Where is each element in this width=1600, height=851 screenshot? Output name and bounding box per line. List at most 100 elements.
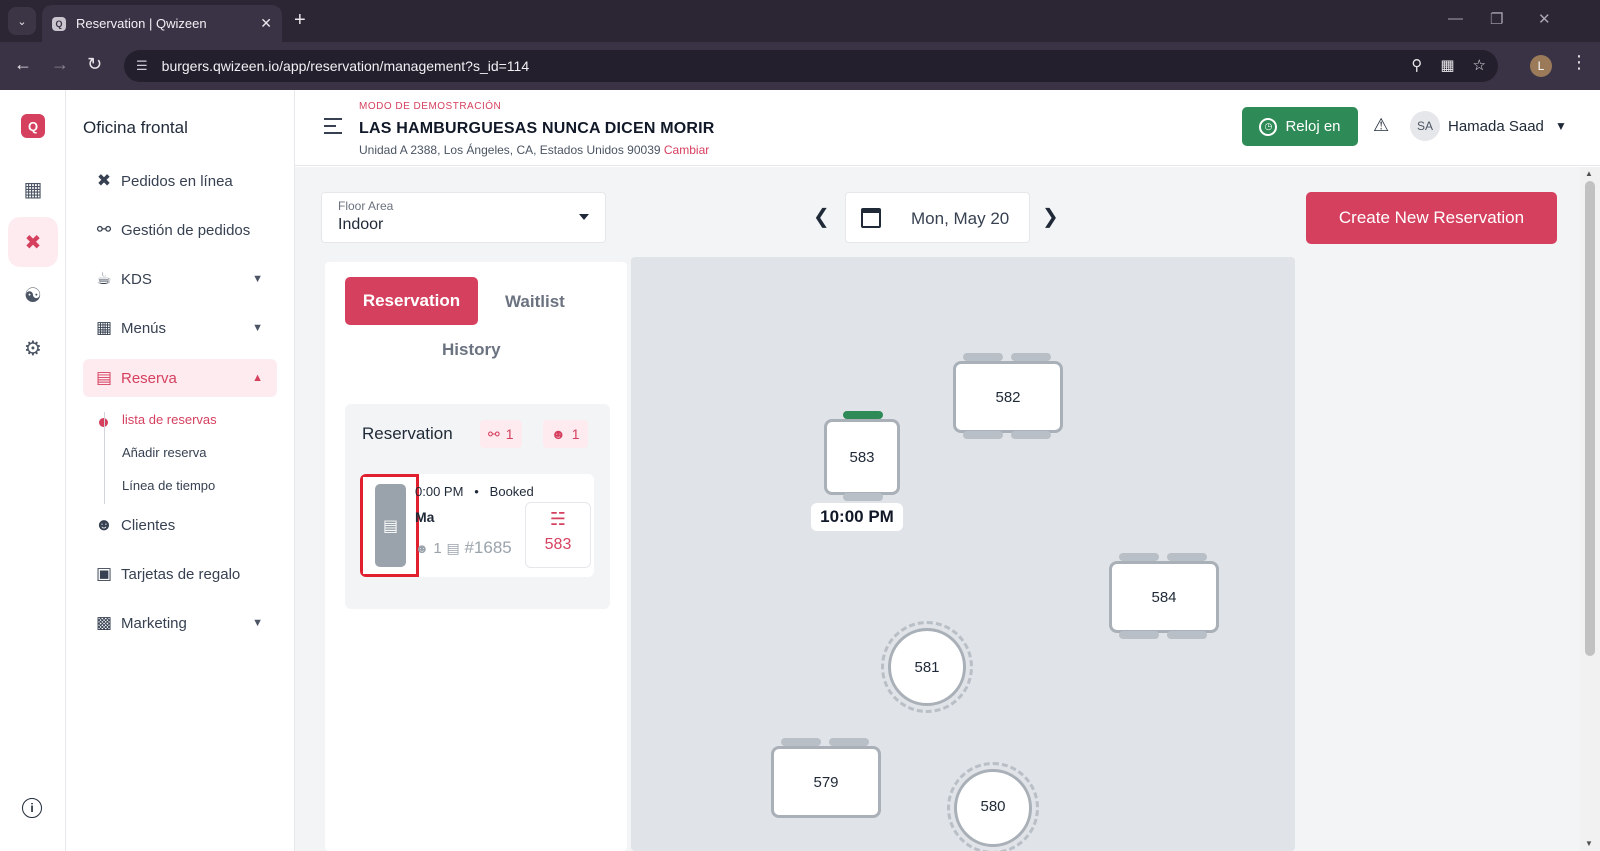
subnav-reservation-list[interactable]: lista de reservas xyxy=(122,412,217,427)
browser-tab[interactable]: Q Reservation | Qwizeen ✕ xyxy=(42,5,282,42)
chart-icon: ▩ xyxy=(95,613,113,632)
sidebar-item-label: Tarjetas de regalo xyxy=(121,565,241,583)
order-number: #1685 xyxy=(464,538,512,557)
chair xyxy=(1011,431,1051,439)
bullet: • xyxy=(467,484,487,499)
sidebar-item-online-orders[interactable]: ✖ Pedidos en línea xyxy=(83,162,277,200)
address-bar[interactable]: ☰ burgers.qwizeen.io/app/reservation/man… xyxy=(124,50,1498,82)
sidebar-item-label: Reserva xyxy=(121,369,177,387)
date-picker[interactable]: Mon, May 20 xyxy=(845,192,1030,243)
dropdown-arrow-icon xyxy=(579,214,589,220)
chair xyxy=(963,431,1003,439)
table-582[interactable]: 582 xyxy=(953,361,1063,433)
create-reservation-button[interactable]: Create New Reservation xyxy=(1306,192,1557,244)
translate-icon[interactable]: ▦ xyxy=(1440,56,1454,74)
chevron-down-icon[interactable]: ▼ xyxy=(1555,119,1567,133)
subnav-timeline[interactable]: Línea de tiempo xyxy=(122,478,215,493)
new-tab-icon[interactable]: + xyxy=(294,9,306,32)
info-icon[interactable]: i xyxy=(22,798,42,818)
time-value: 0:00 PM xyxy=(415,484,464,499)
notifications-off-icon[interactable]: ⚠ xyxy=(1373,115,1389,136)
minimize-icon[interactable]: — xyxy=(1448,10,1463,27)
demo-mode-label: MODO DE DEMOSTRACIÓN xyxy=(359,101,502,112)
sidebar-item-kds[interactable]: ☕ KDS ▼ xyxy=(83,260,277,298)
dashboard-icon[interactable]: ▦ xyxy=(8,164,58,214)
highlight-box xyxy=(360,474,419,577)
front-office-icon[interactable]: ✖ xyxy=(8,217,58,267)
sidebar-item-label: Marketing xyxy=(121,614,187,632)
table-581[interactable]: 581 xyxy=(888,628,966,706)
sidebar-item-gift-cards[interactable]: ▣ Tarjetas de regalo xyxy=(83,555,277,593)
date-value: Mon, May 20 xyxy=(911,209,1010,228)
back-icon[interactable]: ← xyxy=(14,54,32,75)
reservation-card[interactable]: ▤ 0:00 PM • Booked Ma ☻ 1 ▤ #1685 ☵ 583 xyxy=(360,474,594,577)
floor-plan-icon: ▤ xyxy=(95,368,113,387)
guests-value: 1 xyxy=(433,540,442,557)
sidebar-item-customers[interactable]: ☻ Clientes xyxy=(83,506,277,544)
dining-count-badge: ⚯ 1 xyxy=(480,420,522,448)
bookmark-star-icon[interactable]: ☆ xyxy=(1473,56,1486,74)
guest-count-badge: ☻ 1 xyxy=(543,420,588,448)
chevron-up-icon: ▲ xyxy=(252,372,263,384)
profile-avatar[interactable]: L xyxy=(1530,55,1552,77)
settings-gear-icon[interactable]: ⚙ xyxy=(8,323,58,373)
qwizeen-logo: Q xyxy=(21,114,45,138)
subnav-add-reservation[interactable]: Añadir reserva xyxy=(122,445,207,460)
tab-reservation[interactable]: Reservation xyxy=(345,277,478,325)
table-583[interactable]: 583 xyxy=(824,419,900,495)
org-chart-icon[interactable]: ☯ xyxy=(8,270,58,320)
previous-date-icon[interactable]: ❮ xyxy=(813,204,830,229)
sidebar-item-menus[interactable]: ▦ Menús ▼ xyxy=(83,309,277,347)
hamburger-menu-icon[interactable] xyxy=(324,118,342,139)
table-580[interactable]: 580 xyxy=(954,769,1032,847)
gift-icon: ▣ xyxy=(95,564,113,583)
floor-area-label: Floor Area xyxy=(338,199,394,213)
close-tab-icon[interactable]: ✕ xyxy=(260,15,272,32)
next-date-icon[interactable]: ❯ xyxy=(1042,204,1059,229)
floor-area-select[interactable]: Floor Area Indoor xyxy=(321,192,606,243)
location-off-icon[interactable]: ⚲ xyxy=(1411,56,1422,74)
guest-name: Ma xyxy=(415,509,435,525)
sidebar-item-reservation[interactable]: ▤ Reserva ▲ xyxy=(83,359,277,397)
reservation-group: Reservation ⚯ 1 ☻ 1 ▤ 0:00 PM • Booked M… xyxy=(345,404,610,609)
change-link[interactable]: Cambiar xyxy=(664,143,709,157)
occupied-chair xyxy=(843,411,883,419)
chevron-down-icon: ▼ xyxy=(252,322,263,334)
tab-history[interactable]: History xyxy=(442,340,501,360)
page-scrollbar[interactable]: ▲ ▼ xyxy=(1580,167,1600,851)
tab-waitlist[interactable]: Waitlist xyxy=(505,292,565,312)
chevron-down-icon: ▼ xyxy=(252,617,263,629)
user-name[interactable]: Hamada Saad xyxy=(1448,118,1544,135)
sidebar-item-label: KDS xyxy=(121,270,152,288)
guests-icon: ☻ xyxy=(415,541,429,556)
sidebar-item-label: Gestión de pedidos xyxy=(121,221,251,239)
forward-icon[interactable]: → xyxy=(51,54,69,75)
tab-search-chevron-icon[interactable]: ⌄ xyxy=(8,7,36,35)
browser-menu-icon[interactable]: ⋮ xyxy=(1570,52,1588,73)
close-window-icon[interactable]: ✕ xyxy=(1538,10,1551,28)
chair xyxy=(1011,353,1051,361)
scroll-up-icon[interactable]: ▲ xyxy=(1585,169,1593,178)
chair xyxy=(1119,553,1159,561)
table-number: 583 xyxy=(544,536,572,553)
user-avatar[interactable]: SA xyxy=(1410,111,1440,141)
browser-tabstrip: ⌄ Q Reservation | Qwizeen ✕ + — ❐ ✕ xyxy=(0,0,1600,42)
grid-icon: ▦ xyxy=(95,318,113,337)
scroll-down-icon[interactable]: ▼ xyxy=(1585,839,1593,848)
sidebar-item-marketing[interactable]: ▩ Marketing ▼ xyxy=(83,604,277,642)
status-value: Booked xyxy=(489,484,534,499)
url-text[interactable]: burgers.qwizeen.io/app/reservation/manag… xyxy=(162,58,529,74)
table-icon: ☵ xyxy=(549,509,567,529)
table-584[interactable]: 584 xyxy=(1109,561,1219,633)
scrollbar-thumb[interactable] xyxy=(1585,181,1595,656)
sidebar-item-label: Clientes xyxy=(121,516,176,534)
restore-icon[interactable]: ❐ xyxy=(1490,10,1503,28)
reload-icon[interactable]: ↻ xyxy=(87,54,102,75)
clock-in-label: Reloj en xyxy=(1285,118,1341,135)
fork-knife-icon: ⚯ xyxy=(96,220,112,239)
clock-in-button[interactable]: ◷ Reloj en xyxy=(1242,107,1358,146)
sidebar-item-label: Pedidos en línea xyxy=(121,172,233,190)
table-579[interactable]: 579 xyxy=(771,746,881,818)
sidebar-item-order-management[interactable]: ⚯ Gestión de pedidos xyxy=(83,211,277,249)
site-info-icon[interactable]: ☰ xyxy=(136,58,148,74)
